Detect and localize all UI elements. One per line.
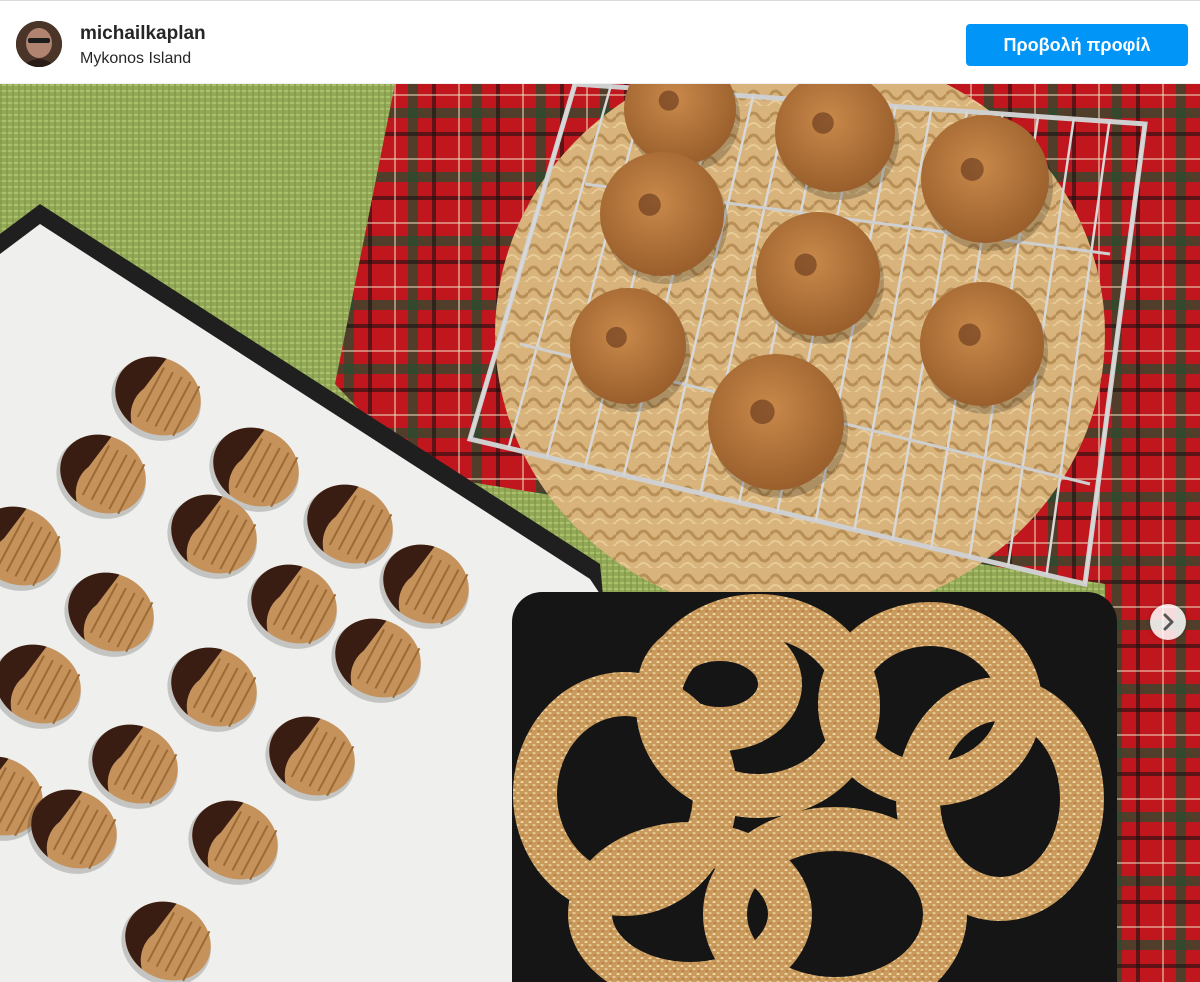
next-image-button[interactable] (1150, 604, 1186, 640)
view-profile-button[interactable]: Προβολή προφίλ (966, 24, 1188, 66)
post-header: michailkaplan Mykonos Island Προβολή προ… (0, 0, 1200, 84)
location-link[interactable]: Mykonos Island (80, 50, 191, 68)
avatar-photo (16, 21, 62, 67)
food-photo-scene (0, 84, 1200, 982)
username-link[interactable]: michailkaplan (80, 23, 206, 45)
chevron-right-icon (1163, 613, 1174, 631)
avatar[interactable] (16, 21, 62, 67)
instagram-embed: michailkaplan Mykonos Island Προβολή προ… (0, 0, 1200, 982)
post-photo[interactable] (0, 84, 1200, 982)
